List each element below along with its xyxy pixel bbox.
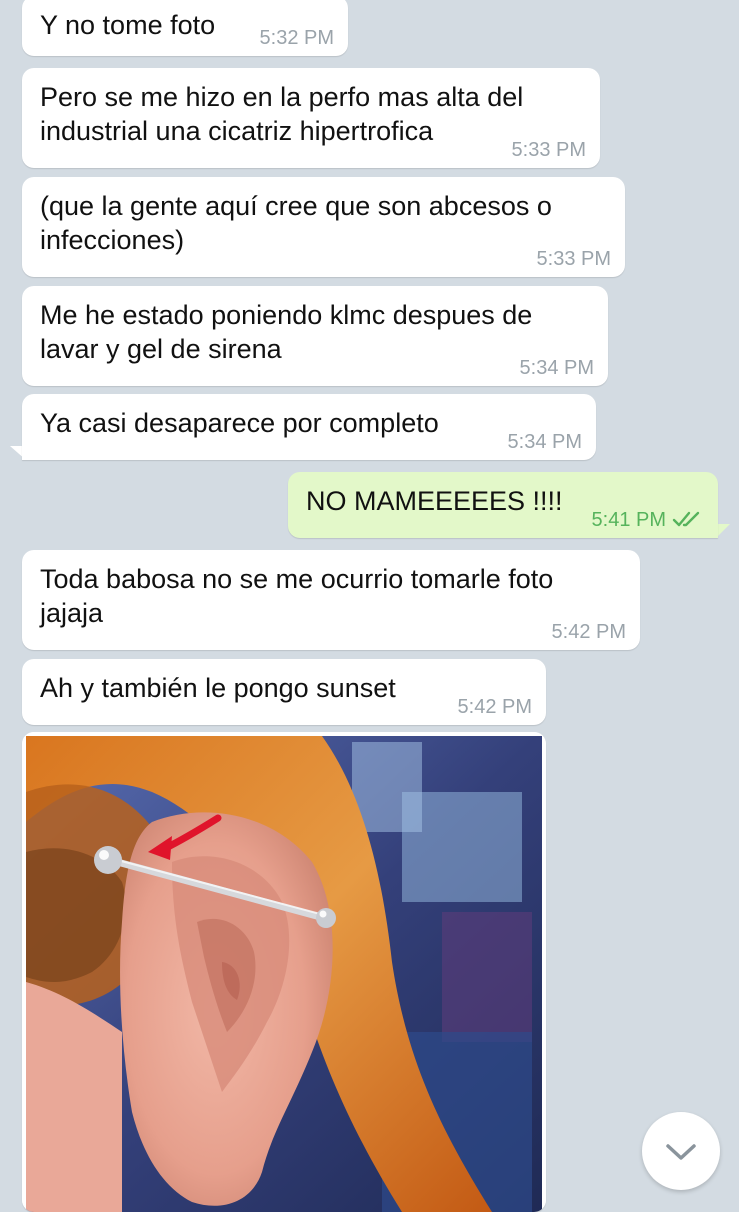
- message-time: 5:42 PM: [457, 696, 532, 718]
- double-check-icon: [672, 511, 700, 527]
- message-time: 5:41 PM: [591, 509, 666, 531]
- message-text: (que la gente aquí cree que son abcesos …: [40, 191, 552, 255]
- photo-message[interactable]: [22, 732, 546, 1212]
- message-bubble-outgoing[interactable]: NO MAMEEEEES !!!! 5:41 PM: [288, 472, 718, 538]
- message-bubble[interactable]: Pero se me hizo en la perfo mas alta del…: [22, 68, 600, 168]
- scroll-down-button[interactable]: [642, 1112, 720, 1190]
- message-time: 5:32 PM: [259, 27, 334, 49]
- ear-piercing-photo: [22, 732, 546, 1212]
- bubble-tail: [716, 524, 730, 538]
- message-time: 5:34 PM: [507, 431, 582, 453]
- message-text: Y no tome foto: [40, 10, 216, 40]
- message-time: 5:33 PM: [511, 139, 586, 161]
- message-text: Pero se me hizo en la perfo mas alta del…: [40, 82, 524, 146]
- message-text: Me he estado poniendo klmc despues de la…: [40, 300, 533, 364]
- message-text: NO MAMEEEEES !!!!: [306, 486, 563, 516]
- message-bubble[interactable]: (que la gente aquí cree que son abcesos …: [22, 177, 625, 277]
- message-bubble[interactable]: Y no tome foto 5:32 PM: [22, 0, 348, 56]
- message-bubble[interactable]: Toda babosa no se me ocurrio tomarle fot…: [22, 550, 640, 650]
- message-text: Ya casi desaparece por completo: [40, 408, 439, 438]
- message-bubble[interactable]: Me he estado poniendo klmc despues de la…: [22, 286, 608, 386]
- message-text: Toda babosa no se me ocurrio tomarle fot…: [40, 564, 554, 628]
- message-bubble[interactable]: Ah y también le pongo sunset 5:42 PM: [22, 659, 546, 725]
- message-time: 5:34 PM: [519, 357, 594, 379]
- message-bubble[interactable]: Ya casi desaparece por completo 5:34 PM: [22, 394, 596, 460]
- message-time: 5:42 PM: [551, 621, 626, 643]
- message-text: Ah y también le pongo sunset: [40, 673, 396, 703]
- chevron-down-icon: [666, 1144, 696, 1160]
- message-time: 5:33 PM: [536, 248, 611, 270]
